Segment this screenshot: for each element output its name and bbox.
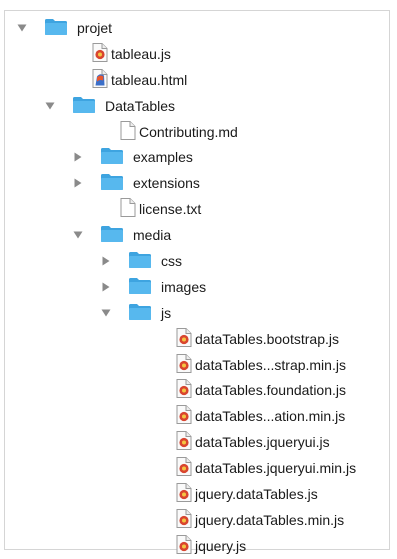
tree-folder-row[interactable]: js [5,300,389,326]
javascript-file-icon [176,353,192,376]
text-document-icon [120,120,136,143]
tree-file-row[interactable]: license.txt [5,196,389,222]
disclosure-triangle-right-icon[interactable] [100,248,112,274]
folder-icon [100,146,124,168]
tree-item-label: dataTables.foundation.js [195,382,346,399]
tree-folder-row[interactable]: media [5,222,389,248]
folder-icon [100,224,124,246]
disclosure-triangle-right-icon[interactable] [72,144,84,170]
html-file-icon [92,68,108,91]
tree-file-row[interactable]: dataTables.jqueryui.min.js [5,455,389,481]
tree-file-row[interactable]: tableau.html [5,67,389,93]
tree-file-row[interactable]: dataTables...ation.min.js [5,403,389,429]
tree-folder-row[interactable]: extensions [5,170,389,196]
folder-icon [44,17,68,39]
tree-file-row[interactable]: dataTables.foundation.js [5,377,389,403]
folder-icon [72,95,96,117]
tree-item-label: Contributing.md [139,123,238,140]
tree-item-label: extensions [133,175,200,192]
text-document-icon [120,198,136,221]
tree-folder-row[interactable]: images [5,274,389,300]
disclosure-triangle-right-icon[interactable] [100,274,112,300]
folder-icon [128,276,152,298]
javascript-file-icon [176,431,192,454]
tree-folder-row[interactable]: DataTables [5,93,389,119]
tree-item-label: jquery.dataTables.min.js [195,511,345,528]
tree-item-label: license.txt [139,201,202,218]
javascript-file-icon [176,379,192,402]
tree-item-label: dataTables.jqueryui.js [195,434,330,451]
javascript-file-icon [176,405,192,428]
tree-file-row[interactable]: dataTables.bootstrap.js [5,326,389,352]
tree-item-label: tableau.html [111,71,188,88]
tree-item-label: css [161,252,182,269]
javascript-file-icon [92,42,108,65]
tree-item-label: dataTables...strap.min.js [195,356,346,373]
disclosure-triangle-right-icon[interactable] [72,170,84,196]
tree-item-label: dataTables.jqueryui.min.js [195,460,357,477]
tree-folder-row[interactable]: examples [5,144,389,170]
tree-file-row[interactable]: jquery.dataTables.min.js [5,507,389,533]
tree-item-label: media [133,227,172,244]
tree-folder-row[interactable]: projet [5,15,389,41]
javascript-file-icon [176,534,192,557]
tree-file-row[interactable]: dataTables...strap.min.js [5,352,389,378]
tree-item-label: jquery.dataTables.js [195,485,318,502]
tree-item-label: images [161,278,207,295]
tree-file-row[interactable]: Contributing.md [5,119,389,145]
tree-item-label: DataTables [105,97,176,114]
disclosure-triangle-down-icon[interactable] [44,93,56,119]
folder-icon [128,250,152,272]
disclosure-triangle-down-icon[interactable] [100,300,112,326]
folder-icon [100,172,124,194]
tree-folder-row[interactable]: css [5,248,389,274]
tree-file-row[interactable]: tableau.js [5,41,389,67]
tree-item-label: js [161,304,172,321]
file-tree: projet tableau.js tableau.html DataTables Co… [5,15,389,559]
tree-item-label: projet [77,19,113,36]
javascript-file-icon [176,457,192,480]
javascript-file-icon [176,508,192,531]
tree-file-row[interactable]: dataTables.jqueryui.js [5,429,389,455]
tree-item-label: tableau.js [111,45,171,62]
disclosure-triangle-down-icon[interactable] [16,15,28,41]
javascript-file-icon [176,482,192,505]
disclosure-triangle-down-icon[interactable] [72,222,84,248]
tree-item-label: dataTables...ation.min.js [195,408,346,425]
tree-item-label: examples [133,149,193,166]
javascript-file-icon [176,327,192,350]
tree-file-row[interactable]: jquery.dataTables.js [5,481,389,507]
tree-item-label: dataTables.bootstrap.js [195,330,339,347]
file-tree-panel: projet tableau.js tableau.html DataTables Co… [4,10,390,554]
folder-icon [128,302,152,324]
